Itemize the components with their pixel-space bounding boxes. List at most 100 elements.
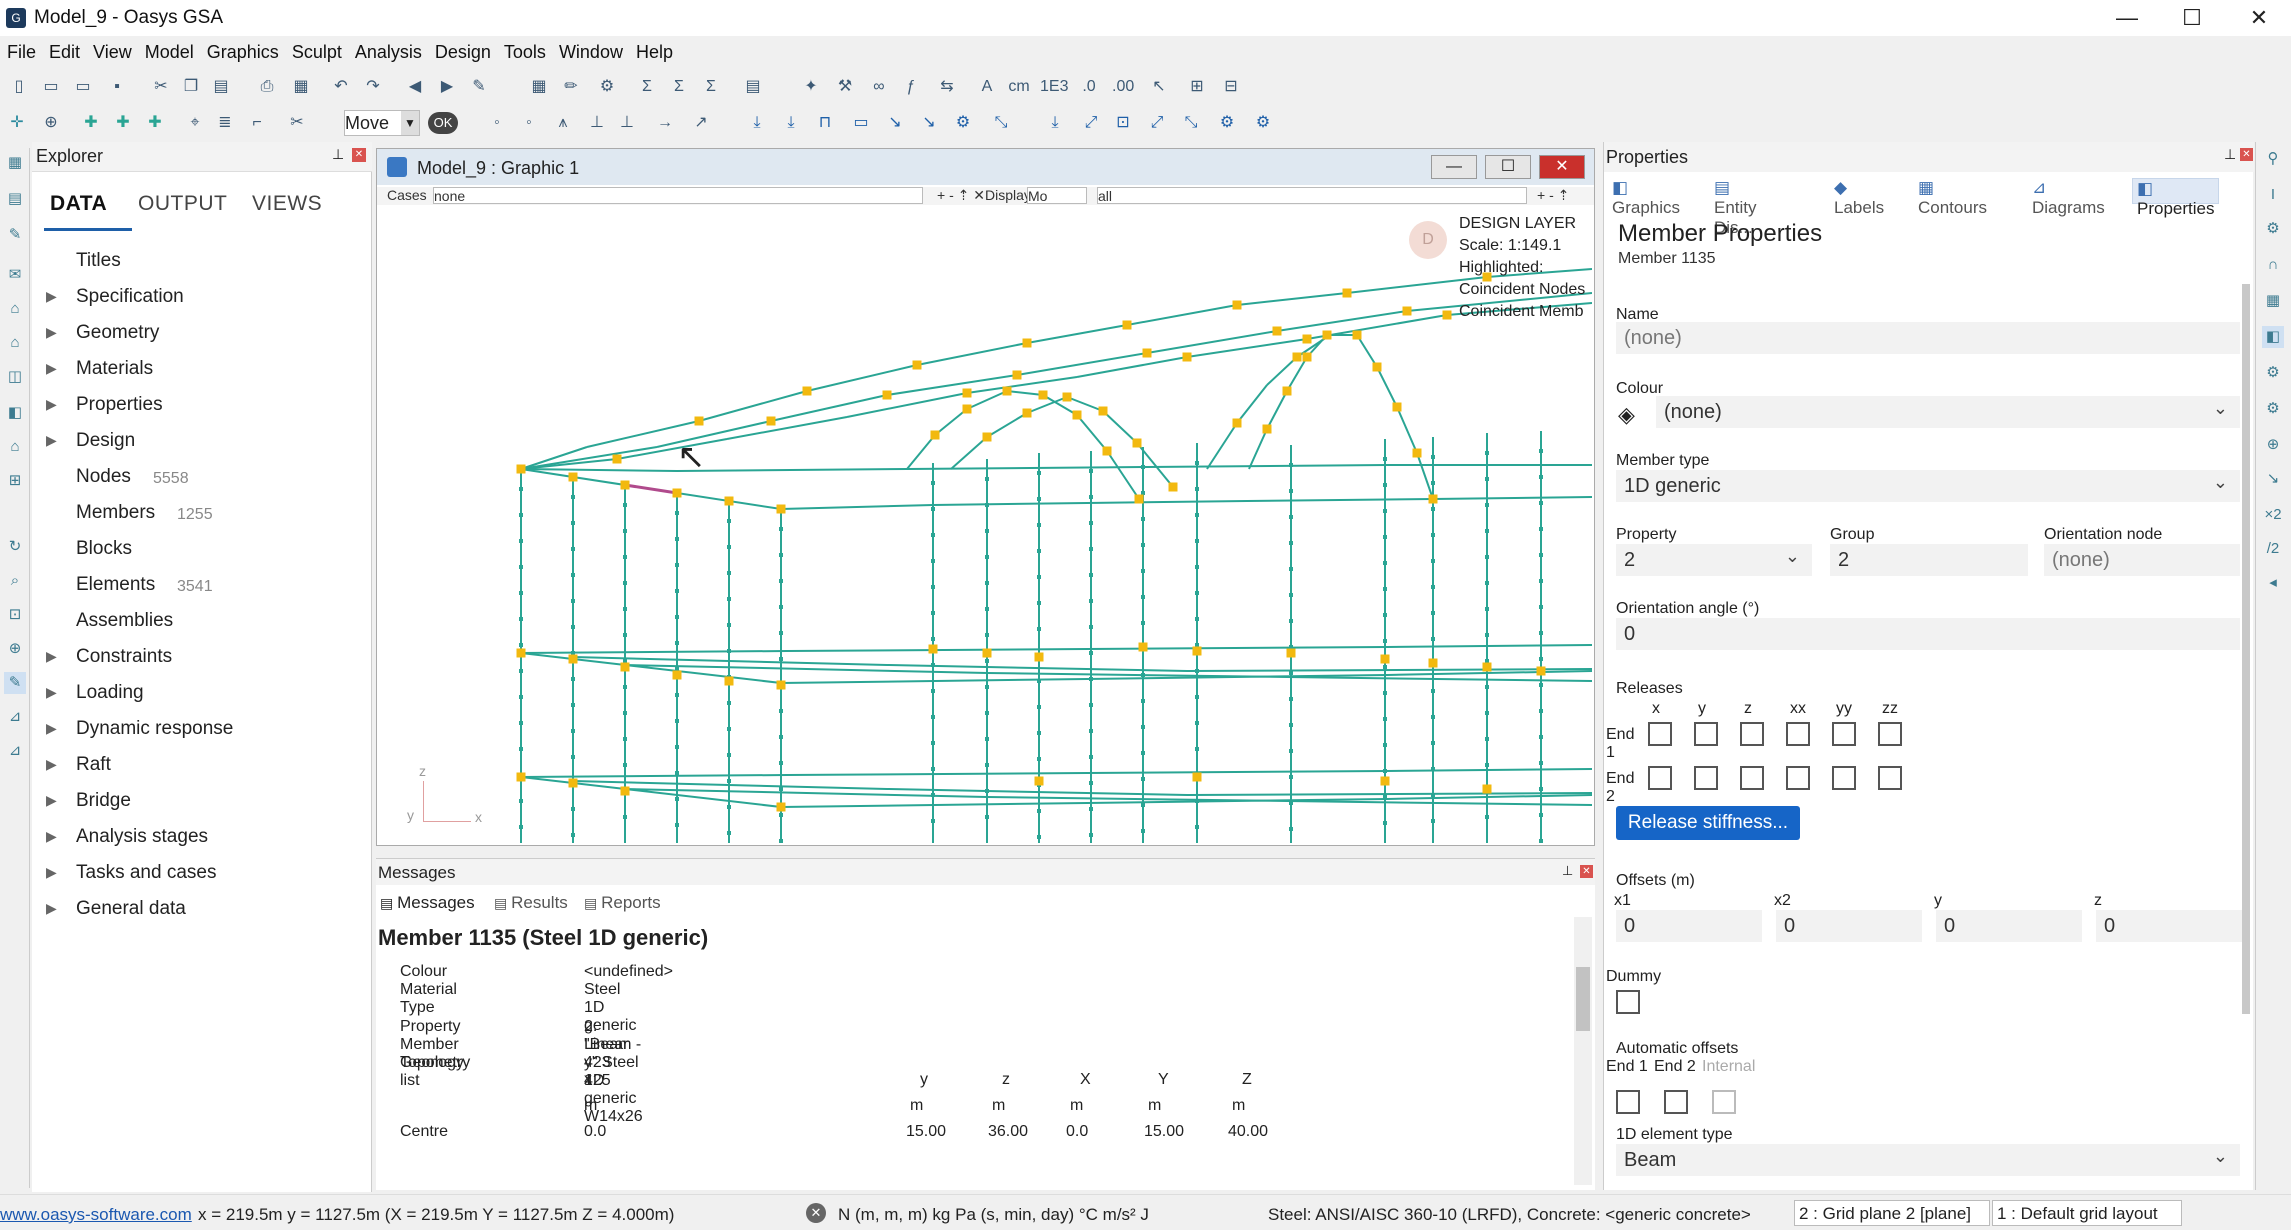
node-marker[interactable] (1539, 683, 1543, 687)
sum-minus-icon[interactable]: Σ (700, 76, 722, 98)
units-1e3-icon[interactable]: 1E3 (1040, 76, 1068, 98)
tree-item-properties[interactable]: ▶ Properties (32, 390, 372, 426)
node-marker[interactable] (1383, 821, 1387, 825)
member-type-select[interactable]: 1D generic ⌄ (1616, 470, 2240, 502)
results-more-icon[interactable]: ⚙ (1252, 112, 1274, 134)
node-marker[interactable] (1102, 446, 1112, 456)
property-select[interactable]: 2 ⌄ (1616, 544, 1812, 576)
member-line[interactable] (1286, 676, 1593, 682)
cut-icon[interactable]: ✂ (150, 76, 172, 98)
website-link[interactable]: www.oasys-software.com (0, 1205, 192, 1225)
node-number-icon[interactable]: ◦ (518, 112, 540, 134)
node-marker[interactable] (623, 581, 627, 585)
node-marker[interactable] (675, 537, 679, 541)
node-marker[interactable] (931, 767, 935, 771)
node-marker[interactable] (675, 745, 679, 749)
node-marker[interactable] (1352, 330, 1362, 340)
node-marker[interactable] (1195, 721, 1199, 725)
node-marker[interactable] (1539, 761, 1543, 765)
node-marker[interactable] (1232, 300, 1242, 310)
grid-plane-select[interactable]: 2 : Grid plane 2 [plane] (1794, 1200, 1990, 1226)
node-marker[interactable] (779, 579, 783, 583)
node-marker[interactable] (779, 761, 783, 765)
node-marker[interactable] (1383, 613, 1387, 617)
node-marker[interactable] (519, 487, 523, 491)
area-load-icon[interactable]: ▭ (850, 112, 872, 134)
node-marker[interactable] (571, 625, 575, 629)
minimize-button[interactable]: — (2093, 0, 2161, 36)
copy-icon[interactable]: ❐ (180, 76, 202, 98)
hammer-icon[interactable]: ⚒ (834, 76, 856, 98)
node-marker[interactable] (1485, 633, 1489, 637)
node-marker[interactable] (568, 472, 578, 482)
member-line[interactable] (780, 504, 934, 510)
cube-right-icon[interactable]: ◧ (2262, 326, 2284, 348)
material-icon[interactable]: ⚙ (2262, 218, 2284, 240)
tools-right-icon[interactable]: ⚙ (2262, 398, 2284, 420)
node-marker[interactable] (1383, 535, 1387, 539)
node-marker[interactable] (1089, 729, 1093, 733)
node-marker[interactable] (779, 735, 783, 739)
ok-button[interactable]: OK (428, 112, 458, 134)
tree-item-nodes[interactable]: Nodes 5558 (32, 462, 372, 498)
node-marker[interactable] (985, 633, 989, 637)
end2-release-yy-checkbox[interactable] (1832, 766, 1856, 790)
numbered-icon[interactable]: ⊥ (616, 112, 638, 134)
member-line[interactable] (1416, 452, 1434, 500)
measure-right-icon[interactable]: ∩ (2262, 254, 2284, 276)
load-down-icon[interactable]: ⤓ (746, 112, 768, 134)
node-marker[interactable] (779, 839, 783, 843)
dummy-checkbox[interactable] (1616, 990, 1640, 1014)
node-marker[interactable] (985, 659, 989, 663)
link-icon[interactable]: ∞ (868, 76, 890, 98)
node-marker[interactable] (1037, 601, 1041, 605)
node-marker[interactable] (1431, 507, 1435, 511)
results-stress-icon[interactable]: ⚙ (1216, 112, 1238, 134)
node-marker[interactable] (1289, 749, 1293, 753)
messages-pin-icon[interactable]: ⊥ (1562, 863, 1573, 879)
grid-options-icon[interactable]: ⊟ (1220, 76, 1242, 98)
menu-view[interactable]: View (86, 38, 138, 63)
node-marker[interactable] (1195, 513, 1199, 517)
name-field[interactable]: (none) (1616, 322, 2240, 354)
end1-release-zz-checkbox[interactable] (1878, 722, 1902, 746)
node-marker[interactable] (1412, 448, 1422, 458)
add-element-icon[interactable]: ✚ (144, 112, 166, 134)
node-marker[interactable] (1539, 735, 1543, 739)
member-line[interactable] (1386, 768, 1593, 772)
node-marker[interactable] (727, 519, 731, 523)
node-marker[interactable] (571, 807, 575, 811)
node-marker[interactable] (1482, 784, 1492, 794)
node-marker[interactable] (1195, 591, 1199, 595)
node-marker[interactable] (1428, 658, 1438, 668)
node-marker[interactable] (985, 711, 989, 715)
member-line[interactable] (1356, 334, 1378, 368)
node-marker[interactable] (1442, 310, 1452, 320)
node-marker[interactable] (1037, 627, 1041, 631)
node-marker[interactable] (931, 819, 935, 823)
node-marker[interactable] (1383, 717, 1387, 721)
node-marker[interactable] (1539, 839, 1543, 843)
tab-messages[interactable]: ▤ Messages (380, 893, 475, 913)
node-marker[interactable] (1195, 617, 1199, 621)
node-marker[interactable] (1289, 827, 1293, 831)
node-marker[interactable] (1289, 723, 1293, 727)
decimal-icon[interactable]: .0 (1078, 76, 1100, 98)
offset-y-field[interactable]: 0 (1936, 910, 2082, 942)
node-marker[interactable] (1485, 503, 1489, 507)
node-marker[interactable] (1539, 709, 1543, 713)
node-marker[interactable] (931, 533, 935, 537)
node-marker[interactable] (519, 669, 523, 673)
node-marker[interactable] (571, 495, 575, 499)
member-line[interactable] (1248, 428, 1268, 470)
node-marker[interactable] (1383, 639, 1387, 643)
view-icon[interactable]: ⊕ (4, 638, 26, 660)
node-marker[interactable] (985, 685, 989, 689)
text-icon[interactable]: A (976, 76, 998, 98)
node-marker[interactable] (1141, 491, 1145, 495)
node-marker[interactable] (675, 771, 679, 775)
node-marker[interactable] (516, 772, 526, 782)
offset-x2-field[interactable]: 0 (1776, 910, 1922, 942)
rotate-icon[interactable]: ↻ (4, 536, 26, 558)
grid-snap-icon[interactable]: ⊞ (1186, 76, 1208, 98)
